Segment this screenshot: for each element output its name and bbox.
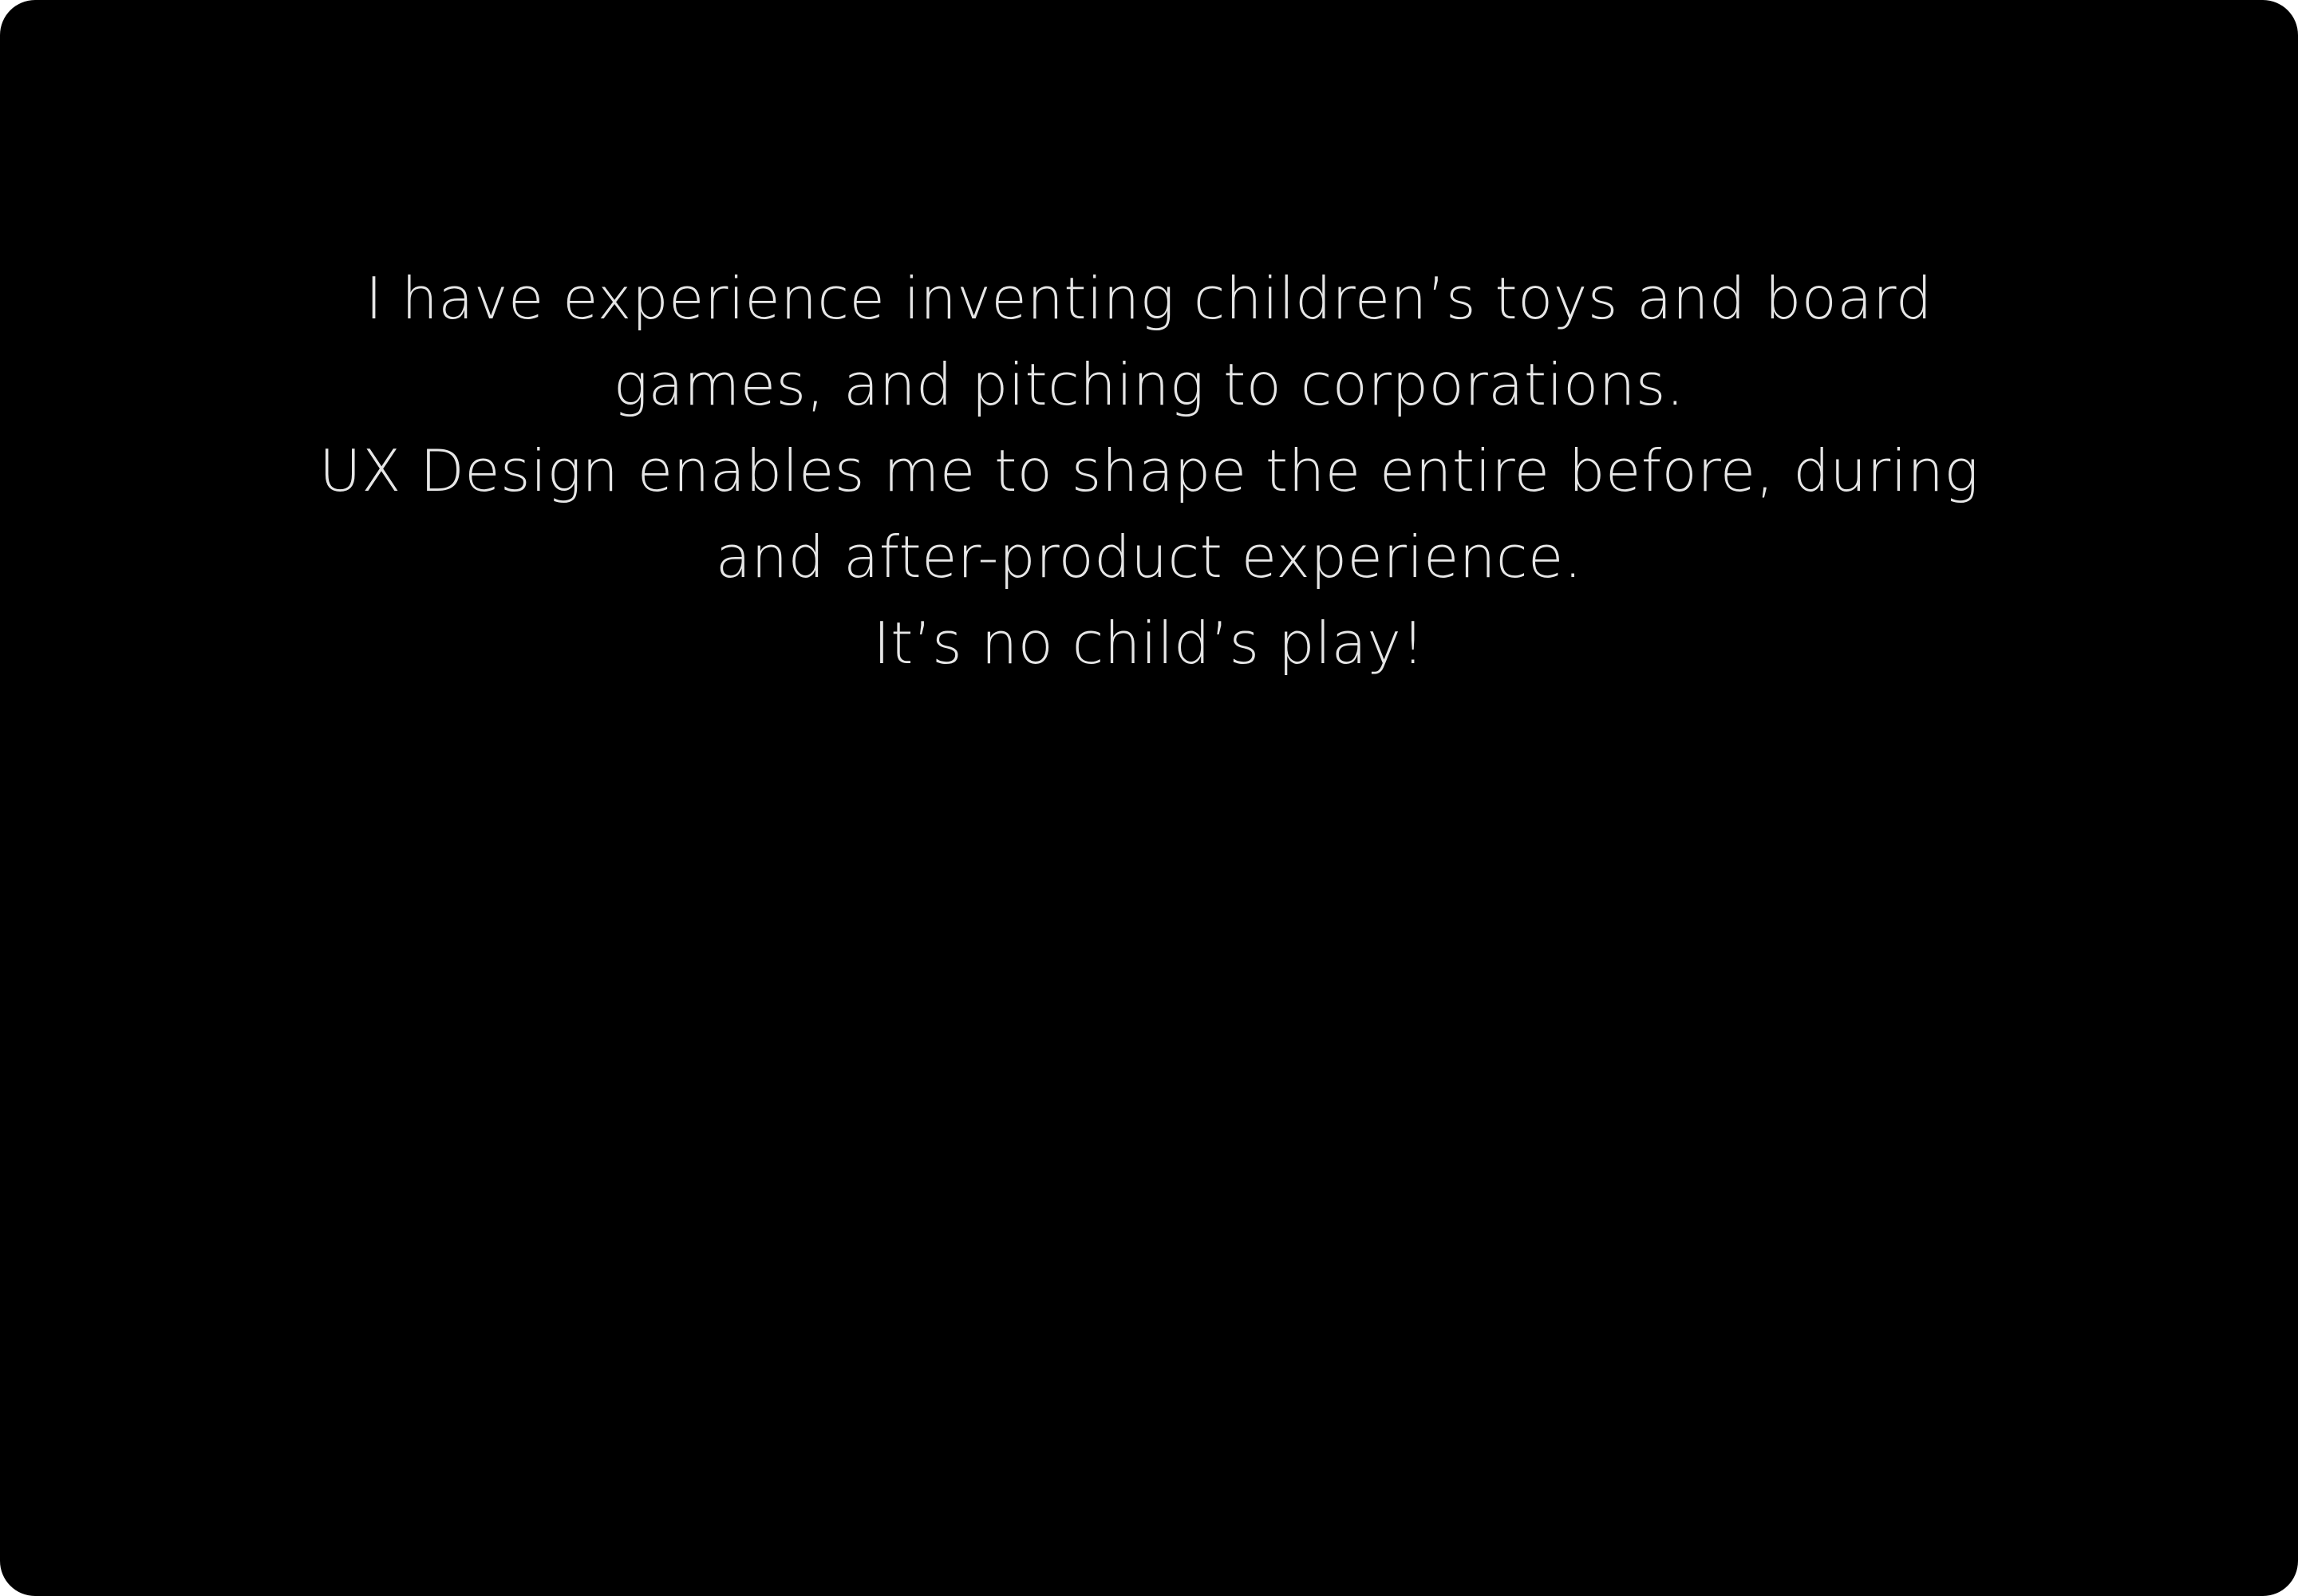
statement-line-2: games, and pitching to corporations.	[613, 351, 1685, 418]
statement-line-3: UX Design enables me to shape the entire…	[318, 437, 1980, 504]
intro-statement: I have experience inventing children’s t…	[0, 255, 2298, 686]
statement-line-1: I have experience inventing children’s t…	[365, 265, 1933, 332]
statement-line-4: and after-product experience.	[715, 523, 1583, 591]
intro-card: I have experience inventing children’s t…	[0, 0, 2298, 1596]
statement-line-5: It’s no child’s play!	[873, 610, 1425, 677]
